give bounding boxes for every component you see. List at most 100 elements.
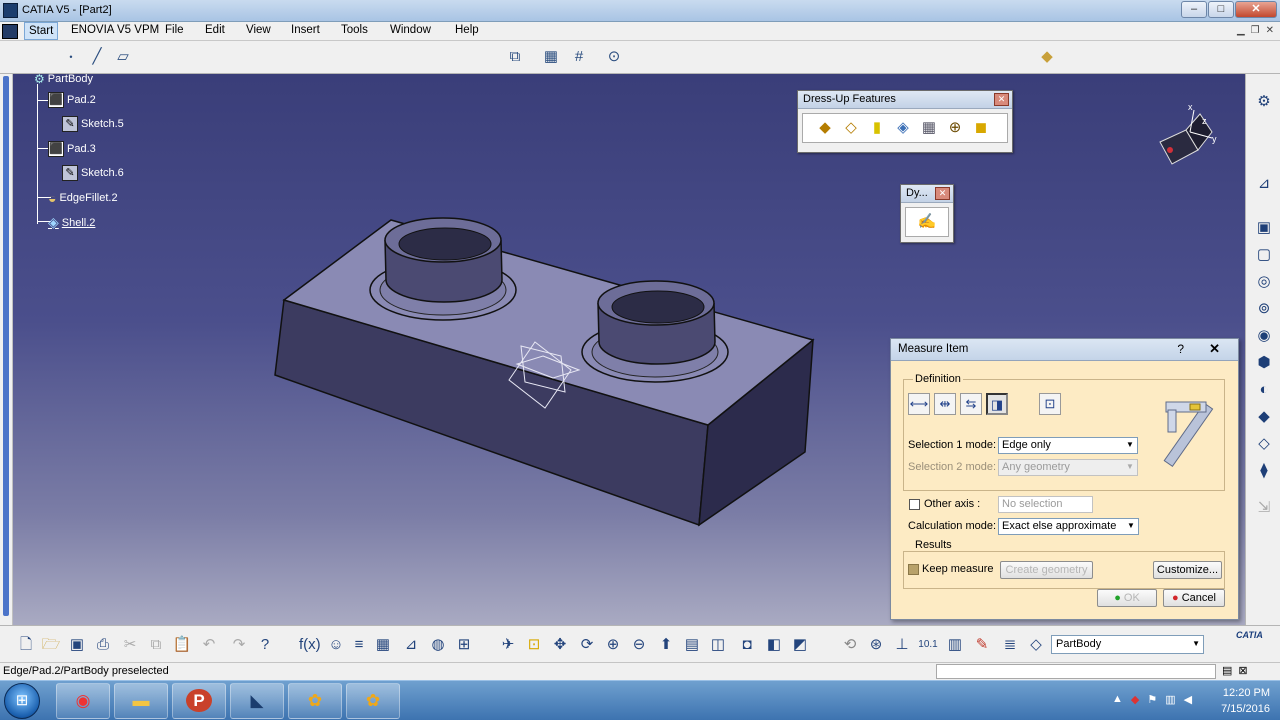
keep-measure-checkbox[interactable] xyxy=(908,564,919,575)
command-input[interactable] xyxy=(936,664,1216,679)
catia-task-icon[interactable]: ◣ xyxy=(230,683,284,719)
command-history-icon[interactable]: ▤ xyxy=(1222,664,1232,677)
dynamic-sketcher-icon[interactable]: ✍ xyxy=(917,212,937,232)
update-icon[interactable]: ⟲ xyxy=(840,635,860,655)
equation-icon[interactable]: ≡ xyxy=(349,635,369,655)
fit-all-icon[interactable]: ⊡ xyxy=(524,635,544,655)
zoom-in-icon[interactable]: ⊕ xyxy=(603,635,623,655)
power-input-icon[interactable]: ⊠ xyxy=(1238,664,1247,677)
hide-show-icon[interactable]: ◧ xyxy=(764,635,784,655)
measure-item-icon[interactable]: ◨ xyxy=(986,393,1008,415)
line-icon[interactable]: ╱ xyxy=(88,48,106,66)
menu-view[interactable]: View xyxy=(246,24,271,36)
formula-icon[interactable]: f(x) xyxy=(299,635,321,655)
normal-view-icon[interactable]: ⬆ xyxy=(656,635,676,655)
powerpoint-icon[interactable]: P xyxy=(172,683,226,719)
new-icon[interactable]: 🗋 xyxy=(16,635,36,655)
dressup-close-icon[interactable]: ✕ xyxy=(994,93,1009,106)
network-icon[interactable]: ▥ xyxy=(1165,693,1175,706)
minimize-button[interactable]: – xyxy=(1181,1,1207,18)
edge-fillet-icon[interactable]: ◆ xyxy=(815,118,835,138)
dy-toolbar-title[interactable]: Dy... ✕ xyxy=(901,185,953,203)
multi-section-icon[interactable]: ◆ xyxy=(1254,407,1274,427)
point-icon[interactable]: • xyxy=(62,48,80,66)
stiffener-icon[interactable]: ◐ xyxy=(1254,380,1274,400)
measure-thickness-icon[interactable]: ⊡ xyxy=(1039,393,1061,415)
snap-icon[interactable]: ⊙ xyxy=(605,48,623,66)
thickness-icon[interactable]: ▦ xyxy=(919,118,939,138)
thread-icon[interactable]: ⊕ xyxy=(945,118,965,138)
boolean-icon[interactable]: ⧫ xyxy=(1254,461,1274,481)
pocket-icon[interactable]: ▢ xyxy=(1254,245,1274,265)
slot-icon[interactable]: ⬢ xyxy=(1254,353,1274,373)
fly-mode-icon[interactable]: ✈ xyxy=(498,635,518,655)
copy-icon[interactable]: ⧉ xyxy=(146,635,166,655)
shading-icon[interactable]: ◘ xyxy=(737,635,757,655)
zoom-out-icon[interactable]: ⊖ xyxy=(629,635,649,655)
draft-angle-icon[interactable]: ▮ xyxy=(867,118,887,138)
measure-fan-icon[interactable]: ⇆ xyxy=(960,393,982,415)
file-explorer-icon[interactable]: ▬ xyxy=(114,683,168,719)
menu-edit[interactable]: Edit xyxy=(205,24,225,36)
tree-pad2[interactable]: ⬛ Pad.2 xyxy=(48,92,96,108)
body-icon[interactable]: ◇ xyxy=(1026,635,1046,655)
catia-app-task-icon[interactable]: ✿ xyxy=(288,683,342,719)
menu-start[interactable]: Start xyxy=(24,22,59,40)
remove-face-icon[interactable]: ◼ xyxy=(971,118,991,138)
rib-icon[interactable]: ◉ xyxy=(1254,326,1274,346)
view-mode-icon[interactable]: ⧉ xyxy=(506,48,524,66)
dy-close-icon[interactable]: ✕ xyxy=(935,187,950,200)
tree-shell2[interactable]: ◈ Shell.2 xyxy=(48,214,95,231)
selection2-mode-select[interactable]: Any geometry ▼ xyxy=(998,459,1138,476)
menu-insert[interactable]: Insert xyxy=(291,24,320,36)
tree-pad3[interactable]: ⬛ Pad.3 xyxy=(48,141,96,157)
removed-multi-section-icon[interactable]: ◇ xyxy=(1254,434,1274,454)
shaft-icon[interactable]: ◎ xyxy=(1254,272,1274,292)
cut-icon[interactable]: ✂ xyxy=(120,635,140,655)
tree-edgefillet2[interactable]: ◒ EdgeFillet.2 xyxy=(48,190,118,206)
plane-icon[interactable]: ▱ xyxy=(114,48,132,66)
selection1-mode-select[interactable]: Edge only ▼ xyxy=(998,437,1138,454)
show-hidden-icons[interactable]: ▲ xyxy=(1112,693,1123,706)
tree-slider[interactable] xyxy=(3,76,9,616)
tree-sketch6[interactable]: ✎ Sketch.6 xyxy=(62,165,124,181)
chamfer-icon[interactable]: ◇ xyxy=(841,118,861,138)
law-icon[interactable]: ⊿ xyxy=(401,635,421,655)
design-table-icon[interactable]: ▦ xyxy=(373,635,393,655)
measure-dialog-titlebar[interactable]: Measure Item ? ✕ xyxy=(891,339,1238,361)
shell-icon[interactable]: ◈ xyxy=(893,118,913,138)
rotate-icon[interactable]: ⟳ xyxy=(577,635,597,655)
mdi-restore-button[interactable]: ❐ xyxy=(1251,25,1260,36)
compass-icon[interactable]: z y x xyxy=(1150,102,1222,174)
other-axis-field[interactable]: No selection xyxy=(998,496,1093,513)
tree-partbody[interactable]: ⚙ PartBody xyxy=(34,72,93,86)
iso-view-icon[interactable]: ◫ xyxy=(708,635,728,655)
grid-icon[interactable]: # xyxy=(570,48,588,66)
sketcher-icon[interactable]: ⊿ xyxy=(1254,174,1274,194)
catalog-icon[interactable]: ◆ xyxy=(1038,48,1056,66)
maximize-button[interactable]: □ xyxy=(1208,1,1234,18)
tree-sketch5[interactable]: ✎ Sketch.5 xyxy=(62,116,124,132)
paste-icon[interactable]: 📋 xyxy=(172,635,192,655)
measure-icon[interactable]: ⊞ xyxy=(454,635,474,655)
security-icon[interactable]: ◆ xyxy=(1131,693,1139,706)
render-style-icon[interactable]: ▦ xyxy=(542,48,560,66)
hole-icon[interactable]: ⊚ xyxy=(1254,299,1274,319)
apply-material-icon[interactable]: ◍ xyxy=(428,635,448,655)
dressup-toolbar-title[interactable]: Dress-Up Features ✕ xyxy=(798,91,1012,109)
menu-tools[interactable]: Tools xyxy=(341,24,368,36)
chrome-icon[interactable]: ◉ xyxy=(56,683,110,719)
workbench-logo-icon[interactable] xyxy=(2,24,18,39)
close-button[interactable]: ✕ xyxy=(1235,1,1277,18)
system-clock[interactable]: 12:20 PM 7/15/2016 xyxy=(1200,685,1270,717)
3d-axis-icon[interactable]: ⊥ xyxy=(892,635,912,655)
help-button[interactable]: ? xyxy=(1177,342,1184,356)
save-icon[interactable]: ▣ xyxy=(67,635,87,655)
menu-window[interactable]: Window xyxy=(390,24,431,36)
pad-icon[interactable]: ▣ xyxy=(1254,218,1274,238)
undo-icon[interactable]: ↶ xyxy=(199,635,219,655)
axis-system-icon[interactable]: ⊛ xyxy=(866,635,886,655)
menu-enovia[interactable]: ENOVIA V5 VPM xyxy=(71,24,159,36)
catia-app-icon[interactable] xyxy=(3,3,18,18)
redo-icon[interactable]: ↷ xyxy=(229,635,249,655)
